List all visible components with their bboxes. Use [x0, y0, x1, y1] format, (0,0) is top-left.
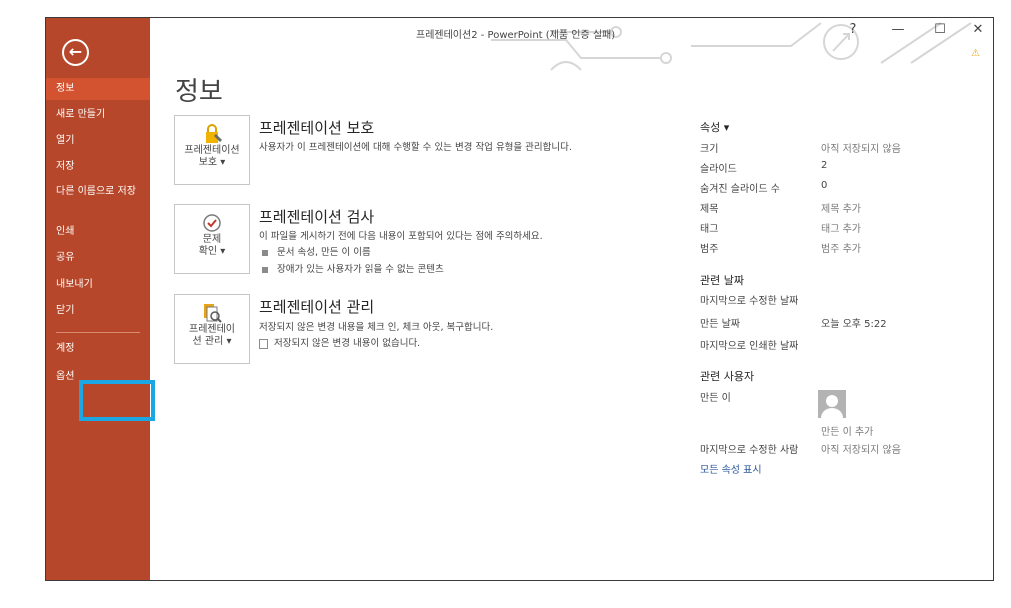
warning-icon: ⚠ — [971, 48, 980, 59]
manage-versions-icon — [175, 302, 249, 324]
back-arrow-icon[interactable]: ← — [62, 39, 89, 66]
nav-item-new[interactable]: 새로 만들기 — [46, 104, 150, 126]
nav-item-close[interactable]: 닫기 — [46, 300, 150, 322]
manage-section-title: 프레젠테이션 관리 — [259, 298, 375, 316]
window-title: 프레젠테이션2 - PowerPoint (제품 인증 실패) — [416, 30, 616, 41]
avatar — [818, 390, 846, 418]
nav-item-export[interactable]: 내보내기 — [46, 274, 150, 296]
check-issues-label: 문제 확인 ▾ — [198, 234, 226, 257]
nav-item-share[interactable]: 공유 — [46, 247, 150, 269]
prop-value: 2 — [821, 160, 828, 171]
protect-presentation-button[interactable]: 프레젠테이션 보호 ▾ — [174, 115, 250, 185]
manage-presentation-label: 프레젠테이 션 관리 ▾ — [189, 324, 235, 347]
tags-field[interactable]: 태그 추가 — [821, 220, 861, 235]
related-dates-heading: 관련 날짜 — [700, 274, 744, 287]
properties-dropdown[interactable]: 속성 ▾ — [700, 119, 729, 135]
check-issues-button[interactable]: 문제 확인 ▾ — [174, 204, 250, 274]
last-modified-by-label: 마지막으로 수정한 사람 — [700, 445, 799, 456]
prop-label: 슬라이드 — [700, 164, 737, 175]
prop-label: 범주 — [700, 244, 719, 255]
manage-note: 저장되지 않은 변경 내용이 없습니다. — [259, 335, 420, 349]
minimize-icon[interactable]: — — [889, 22, 907, 37]
author-label: 만든 이 — [700, 393, 731, 404]
maximize-icon[interactable]: ☐ — [931, 22, 949, 37]
inspect-bullet: 장애가 있는 사용자가 읽을 수 없는 콘텐츠 — [259, 261, 444, 275]
related-people-heading: 관련 사용자 — [700, 370, 755, 383]
prop-label: 숨겨진 슬라이드 수 — [700, 184, 780, 195]
app-window: ← 정보 새로 만들기 열기 저장 다른 이름으로 저장 인쇄 공유 내보내기 … — [45, 17, 994, 581]
protect-section-title: 프레젠테이션 보호 — [259, 119, 375, 137]
nav-divider — [56, 332, 140, 333]
last-modified-by-value: 아직 저장되지 않음 — [821, 445, 901, 456]
inspect-document-icon — [175, 212, 249, 234]
title-bar: 프레젠테이션2 - PowerPoint (제품 인증 실패) ? — ☐ ✕ — [151, 18, 993, 78]
nav-item-print[interactable]: 인쇄 — [46, 221, 150, 243]
nav-item-open[interactable]: 열기 — [46, 130, 150, 152]
nav-item-info[interactable]: 정보 — [46, 78, 150, 100]
date-label: 마지막으로 인쇄한 날짜 — [700, 341, 799, 352]
add-author-field[interactable]: 만든 이 추가 — [821, 423, 873, 438]
date-value: 오늘 오후 5:22 — [821, 319, 887, 330]
date-label: 만든 날짜 — [700, 319, 740, 330]
title-field[interactable]: 제목 추가 — [821, 200, 861, 215]
nav-item-save[interactable]: 저장 — [46, 156, 150, 178]
page-title: 정보 — [175, 77, 223, 107]
date-label: 마지막으로 수정한 날짜 — [700, 296, 799, 307]
backstage-nav: ← 정보 새로 만들기 열기 저장 다른 이름으로 저장 인쇄 공유 내보내기 … — [46, 18, 150, 580]
prop-label: 제목 — [700, 204, 719, 215]
inspect-bullet: 문서 속성, 만든 이 이름 — [259, 244, 371, 258]
prop-value: 아직 저장되지 않음 — [821, 144, 901, 155]
manage-presentation-button[interactable]: 프레젠테이 션 관리 ▾ — [174, 294, 250, 364]
manage-section-desc: 저장되지 않은 변경 내용을 체크 인, 체크 아웃, 복구합니다. — [259, 322, 494, 333]
prop-value: 0 — [821, 180, 828, 191]
category-field[interactable]: 범주 추가 — [821, 240, 861, 255]
inspect-section-desc: 이 파일을 게시하기 전에 다음 내용이 포함되어 있다는 점에 주의하세요. — [259, 231, 543, 242]
prop-label: 태그 — [700, 224, 719, 235]
close-icon[interactable]: ✕ — [969, 22, 987, 37]
help-icon[interactable]: ? — [844, 22, 862, 37]
inspect-section-title: 프레젠테이션 검사 — [259, 208, 375, 226]
nav-item-save-as[interactable]: 다른 이름으로 저장 — [46, 182, 150, 216]
document-copy-icon — [259, 338, 268, 349]
prop-label: 크기 — [700, 144, 719, 155]
person-icon — [821, 395, 843, 418]
protect-presentation-label: 프레젠테이션 보호 ▾ — [184, 145, 240, 168]
protect-section-desc: 사용자가 이 프레젠테이션에 대해 수행할 수 있는 변경 작업 유형을 관리합… — [259, 142, 572, 153]
options-highlight-box — [79, 380, 155, 421]
nav-item-account[interactable]: 계정 — [46, 338, 150, 360]
show-all-properties-link[interactable]: 모든 속성 표시 — [700, 461, 762, 476]
lock-icon — [175, 123, 249, 145]
